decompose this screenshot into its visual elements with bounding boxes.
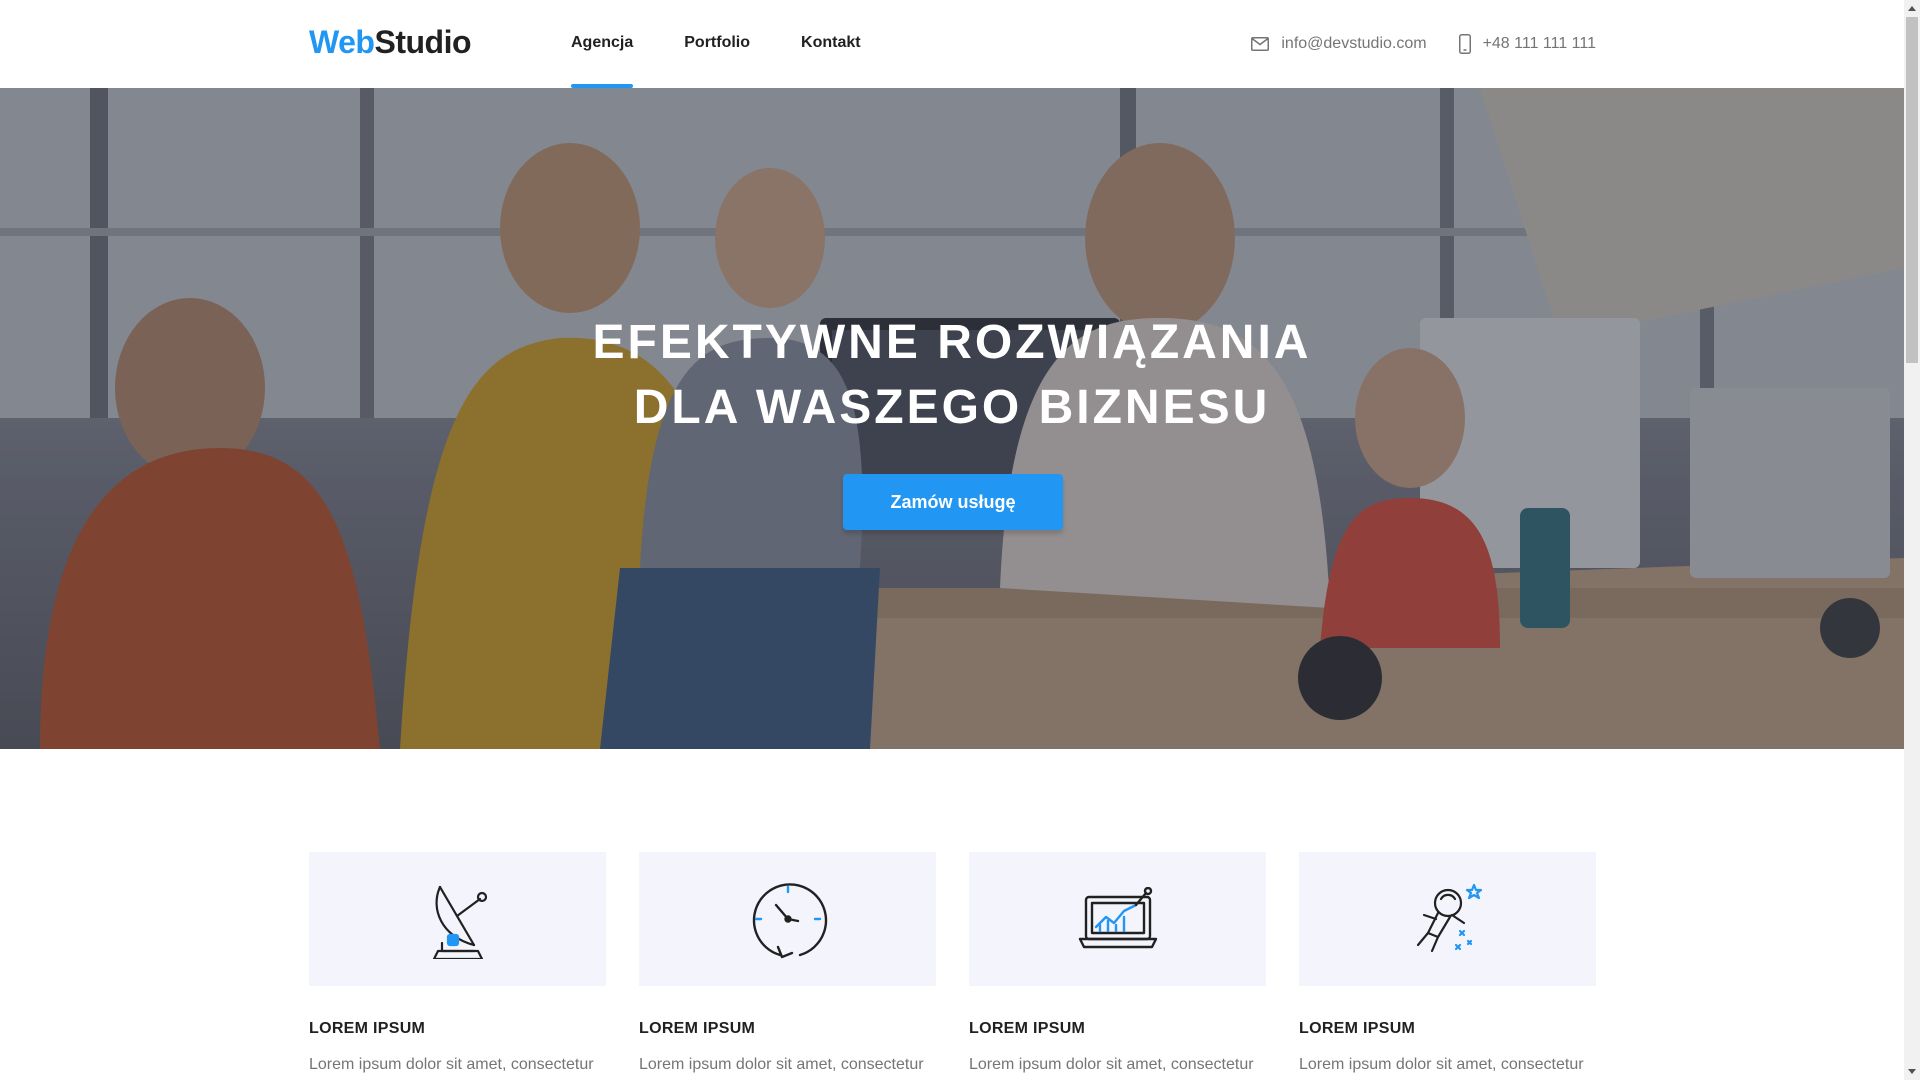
phone-link[interactable]: +48 111 111 111: [1458, 34, 1596, 54]
nav-item-agencja[interactable]: Agencja: [571, 0, 634, 88]
nav-item-kontakt[interactable]: Kontakt: [801, 0, 861, 88]
feature-icon-box: [1299, 852, 1596, 986]
email-text: info@devstudio.com: [1281, 35, 1427, 52]
scrollbar-thumb[interactable]: [1906, 17, 1918, 363]
laptop-chart-icon: [1078, 887, 1157, 949]
feature-text: Lorem ipsum dolor sit amet, consectetur: [639, 1056, 924, 1073]
phone-text: +48 111 111 111: [1482, 35, 1596, 52]
clock-icon: [752, 883, 827, 959]
feature-icon-box: [969, 852, 1266, 986]
email-link[interactable]: info@devstudio.com: [1251, 35, 1427, 53]
feature-title: LOREM IPSUM: [639, 1020, 756, 1037]
logo-studio: Studio: [374, 24, 471, 60]
main-nav: Agencja Portfolio Kontakt: [571, 0, 912, 88]
header-contacts: info@devstudio.com +48 111 111 111: [1219, 0, 1596, 88]
feature-card: LOREM IPSUM Lorem ipsum dolor sit amet, …: [969, 852, 1266, 1074]
satellite-dish-icon: [432, 885, 487, 959]
feature-title: LOREM IPSUM: [1299, 1020, 1416, 1037]
feature-title: LOREM IPSUM: [969, 1020, 1086, 1037]
site-header: WebStudio Agencja Portfolio Kontakt info…: [0, 0, 1904, 88]
hero-section: EFEKTYWNE ROZWIĄZANIA DLA WASZEGO BIZNES…: [0, 88, 1904, 749]
phone-icon: [1458, 34, 1471, 54]
scroll-down-arrow-icon[interactable]: [1904, 1063, 1920, 1080]
feature-card: LOREM IPSUM Lorem ipsum dolor sit amet, …: [1299, 852, 1596, 1074]
features-section: LOREM IPSUM Lorem ipsum dolor sit amet, …: [309, 852, 1596, 1074]
page-scrollbar[interactable]: [1904, 0, 1920, 1080]
astronaut-icon: [1416, 883, 1482, 953]
logo[interactable]: WebStudio: [309, 24, 471, 61]
feature-text: Lorem ipsum dolor sit amet, consectetur: [1299, 1056, 1584, 1073]
feature-card: LOREM IPSUM Lorem ipsum dolor sit amet, …: [309, 852, 606, 1074]
hero-title: EFEKTYWNE ROZWIĄZANIA DLA WASZEGO BIZNES…: [0, 310, 1904, 440]
order-service-button[interactable]: Zamów usługę: [843, 474, 1063, 530]
logo-web: Web: [309, 24, 375, 60]
nav-item-portfolio[interactable]: Portfolio: [684, 0, 750, 88]
hero-title-line1: EFEKTYWNE ROZWIĄZANIA: [592, 316, 1312, 369]
envelope-icon: [1251, 37, 1270, 51]
feature-card: LOREM IPSUM Lorem ipsum dolor sit amet, …: [639, 852, 936, 1074]
feature-icon-box: [639, 852, 936, 986]
feature-text: Lorem ipsum dolor sit amet, consectetur: [969, 1056, 1254, 1073]
feature-title: LOREM IPSUM: [309, 1020, 426, 1037]
feature-text: Lorem ipsum dolor sit amet, consectetur: [309, 1056, 594, 1073]
hero-title-line2: DLA WASZEGO BIZNESU: [633, 381, 1271, 434]
scroll-up-arrow-icon[interactable]: [1904, 0, 1920, 17]
feature-icon-box: [309, 852, 606, 986]
